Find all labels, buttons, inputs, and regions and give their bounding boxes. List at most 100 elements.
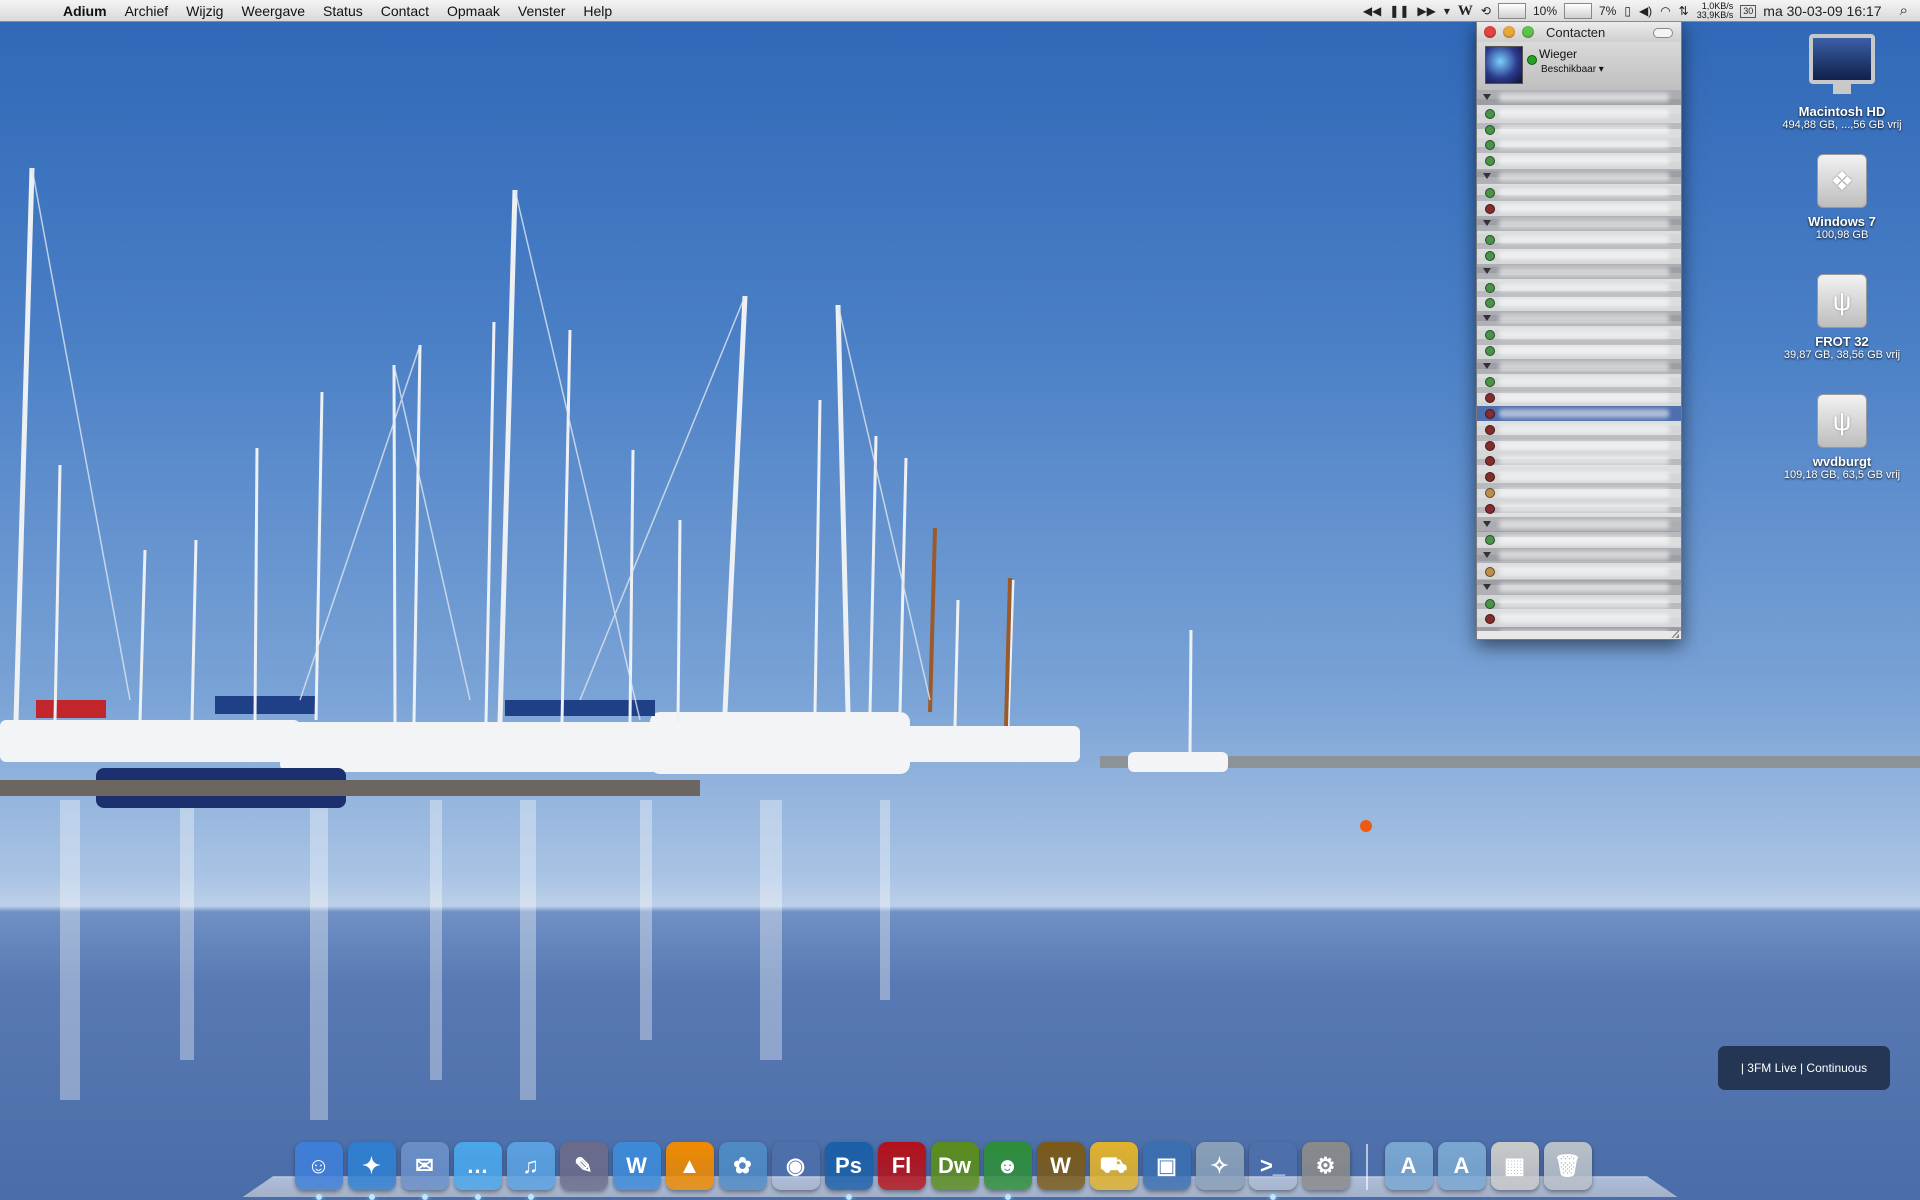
contact-row[interactable] <box>1477 438 1681 453</box>
dock-terminal-icon[interactable]: >_ <box>1249 1142 1297 1190</box>
chevron-down-icon[interactable]: ▾ <box>1440 0 1454 22</box>
dock-documents-stack-icon[interactable]: A <box>1438 1142 1486 1190</box>
toolbar-toggle-button[interactable] <box>1653 28 1673 38</box>
dock-world-of-warcraft-icon[interactable]: W <box>1037 1142 1085 1190</box>
menu-archief[interactable]: Archief <box>116 0 178 22</box>
contact-row[interactable] <box>1477 248 1681 263</box>
dock-safari-icon[interactable]: ✦ <box>348 1142 396 1190</box>
dock-mail-icon[interactable]: ✉ <box>401 1142 449 1190</box>
dock-adium-icon[interactable]: ☻ <box>984 1142 1032 1190</box>
dock-trash-icon[interactable]: 🗑 <box>1544 1142 1592 1190</box>
volume-icon[interactable]: ◀) <box>1635 0 1656 22</box>
dock-aperture-icon[interactable]: ◉ <box>772 1142 820 1190</box>
menu-venster[interactable]: Venster <box>509 0 574 22</box>
close-button[interactable] <box>1484 26 1496 38</box>
resize-handle-icon[interactable] <box>1671 630 1679 638</box>
contact-row[interactable] <box>1477 485 1681 500</box>
contact-row[interactable] <box>1477 596 1681 611</box>
disk-activity-icon[interactable]: ▯ <box>1620 0 1635 22</box>
contact-row[interactable] <box>1477 295 1681 310</box>
window-titlebar[interactable]: Contacten <box>1477 22 1681 42</box>
now-playing-overlay[interactable]: | 3FM Live | Continuous <box>1718 1046 1890 1090</box>
contact-group-row[interactable] <box>1477 311 1681 326</box>
contact-row[interactable] <box>1477 611 1681 626</box>
contact-row[interactable] <box>1477 343 1681 358</box>
contact-row[interactable] <box>1477 501 1681 516</box>
network-speed[interactable]: 1,0KB/s 33,9KB/s <box>1693 2 1738 20</box>
menu-clock[interactable]: ma 30-03-09 16:17 <box>1759 0 1885 22</box>
contact-group-row[interactable] <box>1477 90 1681 105</box>
contact-row[interactable] <box>1477 453 1681 468</box>
contact-row[interactable] <box>1477 422 1681 437</box>
account-name[interactable]: Wieger <box>1539 47 1577 61</box>
contact-row[interactable] <box>1477 469 1681 484</box>
contact-group-row[interactable] <box>1477 359 1681 374</box>
menu-status[interactable]: Status <box>314 0 372 22</box>
disclosure-triangle-icon[interactable] <box>1483 94 1491 100</box>
disclosure-triangle-icon[interactable] <box>1483 552 1491 558</box>
disclosure-triangle-icon[interactable] <box>1483 521 1491 527</box>
dock-vmware-fusion-icon[interactable]: ▣ <box>1143 1142 1191 1190</box>
contact-row[interactable] <box>1477 374 1681 389</box>
contact-row[interactable] <box>1477 280 1681 295</box>
disclosure-triangle-icon[interactable] <box>1483 363 1491 369</box>
desktop-icon-wvdburgt[interactable]: ψ wvdburgt 109,18 GB, 63,5 GB vrij <box>1772 394 1912 481</box>
minimize-button[interactable] <box>1503 26 1515 38</box>
contact-row[interactable] <box>1477 122 1681 137</box>
contact-group-row[interactable] <box>1477 548 1681 563</box>
dock-iphoto-icon[interactable]: ✿ <box>719 1142 767 1190</box>
contact-row[interactable] <box>1477 106 1681 121</box>
menu-help[interactable]: Help <box>574 0 621 22</box>
dock-vlc-icon[interactable]: ▲ <box>666 1142 714 1190</box>
itunes-next-icon[interactable]: ▶▶ <box>1413 0 1439 22</box>
disclosure-triangle-icon[interactable] <box>1483 315 1491 321</box>
itunes-pause-icon[interactable]: ❚❚ <box>1385 0 1413 22</box>
contact-row[interactable] <box>1477 137 1681 152</box>
contact-row[interactable] <box>1477 232 1681 247</box>
contact-group-row[interactable] <box>1477 627 1681 631</box>
disclosure-triangle-icon[interactable] <box>1483 584 1491 590</box>
dock-downloads-stack-icon[interactable]: ▦ <box>1491 1142 1539 1190</box>
menu-opmaak[interactable]: Opmaak <box>438 0 509 22</box>
contact-group-row[interactable] <box>1477 580 1681 595</box>
menu-contact[interactable]: Contact <box>372 0 438 22</box>
contact-group-row[interactable] <box>1477 216 1681 231</box>
calendar-icon[interactable]: 30 <box>1740 5 1756 18</box>
contact-group-row[interactable] <box>1477 517 1681 532</box>
contact-row[interactable] <box>1477 201 1681 216</box>
zoom-button[interactable] <box>1522 26 1534 38</box>
dock-applications-stack-icon[interactable]: A <box>1385 1142 1433 1190</box>
menu-app-adium[interactable]: Adium <box>54 0 116 22</box>
dock-iweb-icon[interactable]: W <box>613 1142 661 1190</box>
contact-row[interactable] <box>1477 390 1681 405</box>
desktop-icon-macintosh-hd[interactable]: Macintosh HD 494,88 GB, ...,56 GB vrij <box>1772 34 1912 131</box>
desktop-icon-windows-7[interactable]: ❖ Windows 7 100,98 GB <box>1772 154 1912 241</box>
time-machine-icon[interactable]: ⟲ <box>1477 0 1495 22</box>
contact-row[interactable] <box>1477 153 1681 168</box>
menu-weergave[interactable]: Weergave <box>232 0 314 22</box>
dock-itunes-icon[interactable]: ♫ <box>507 1142 555 1190</box>
account-status-popup[interactable]: Beschikbaar ▾ <box>1541 64 1604 75</box>
contact-row[interactable] <box>1477 532 1681 547</box>
dock-satellite-icon[interactable]: ✧ <box>1196 1142 1244 1190</box>
spotlight-search-icon[interactable]: ⌕ <box>1886 0 1920 22</box>
contact-group-row[interactable] <box>1477 169 1681 184</box>
wifi-icon[interactable]: ◠ <box>1656 0 1674 22</box>
contact-row[interactable] <box>1477 564 1681 579</box>
avatar[interactable] <box>1485 46 1523 84</box>
disclosure-triangle-icon[interactable] <box>1483 220 1491 226</box>
itunes-previous-icon[interactable]: ◀◀ <box>1359 0 1385 22</box>
dock-script-editor-icon[interactable]: ✎ <box>560 1142 608 1190</box>
contact-row[interactable] <box>1477 327 1681 342</box>
dock-finder-icon[interactable]: ☺ <box>295 1142 343 1190</box>
desktop-icon-frot-32[interactable]: ψ FROT 32 39,87 GB, 38,56 GB vrij <box>1772 274 1912 361</box>
dock-ichat-icon[interactable]: … <box>454 1142 502 1190</box>
contact-group-row[interactable] <box>1477 264 1681 279</box>
menu-wijzig[interactable]: Wijzig <box>177 0 232 22</box>
disclosure-triangle-icon[interactable] <box>1483 173 1491 179</box>
disclosure-triangle-icon[interactable] <box>1483 268 1491 274</box>
dock-dreamweaver-icon[interactable]: Dw <box>931 1142 979 1190</box>
wikipedia-icon[interactable]: W <box>1454 0 1477 22</box>
dock-flash-icon[interactable]: Fl <box>878 1142 926 1190</box>
dock-photoshop-icon[interactable]: Ps <box>825 1142 873 1190</box>
